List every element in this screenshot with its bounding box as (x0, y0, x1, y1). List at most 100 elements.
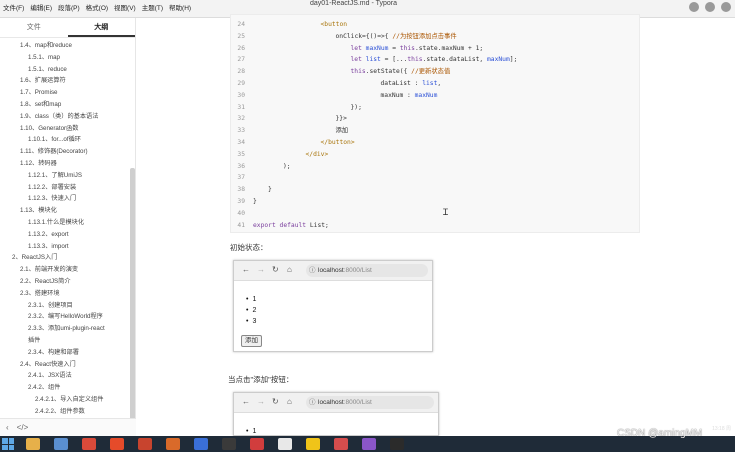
code-token: this (407, 56, 423, 64)
outline-item[interactable]: 1.13.3、import (0, 241, 135, 253)
code-text: } (253, 196, 257, 208)
taskbar-app-icon[interactable] (82, 438, 96, 450)
outline-item[interactable]: 2、ReactJS入门 (0, 252, 135, 264)
outline-item[interactable]: 2.4.2.2、组件参数 (0, 406, 135, 418)
outline-item[interactable]: 1.11、修饰器(Decorator) (0, 146, 135, 158)
initial-state-label: 初始状态： (230, 243, 268, 252)
reload-icon: ↻ (272, 397, 279, 406)
outline-item[interactable]: 1.6、扩展运算符 (0, 75, 135, 87)
outline-item[interactable]: 1.10.1、for...of循环 (0, 134, 135, 146)
browser-toolbar: ← → ↻ ⌂ ⓘ localhost:8000/List (234, 393, 438, 413)
collapse-sidebar-icon[interactable]: ‹ (6, 423, 9, 432)
outline-item[interactable]: 2.4.1、JSX语法 (0, 370, 135, 382)
line-number: 40 (237, 209, 245, 217)
menu-item[interactable]: 文件(F) (0, 0, 27, 18)
outline-item[interactable]: 2.3、搭建环境 (0, 288, 135, 300)
menu-item[interactable]: 帮助(H) (166, 0, 194, 18)
code-text: </div> (306, 149, 329, 161)
code-line: 25 onClick={()=>{ //为按钮添加点击事件 (231, 31, 639, 43)
outline-item[interactable]: 1.8、set和map (0, 99, 135, 111)
menu-item[interactable]: 编辑(E) (27, 0, 55, 18)
tab-outline[interactable]: 大纲 (67, 18, 135, 37)
menu-item[interactable]: 视图(V) (111, 0, 139, 18)
taskbar-app-icon[interactable] (306, 438, 320, 450)
outline-item[interactable]: 1.12.3、快速入门 (0, 193, 135, 205)
line-number: 28 (237, 68, 245, 76)
address-bar: ⓘ localhost:8000/List (306, 264, 428, 277)
code-text: 添加 (336, 125, 349, 137)
list-item: 3 (246, 316, 256, 327)
outline-item[interactable]: 1.5.1、map (0, 52, 135, 64)
taskbar-app-icon[interactable] (26, 438, 40, 450)
outline-item[interactable]: 2.3.4、构建和部署 (0, 347, 135, 359)
menu-item[interactable]: 段落(P) (55, 0, 83, 18)
outline-item[interactable]: 1.10、Generator函数 (0, 123, 135, 135)
line-number: 25 (237, 32, 245, 40)
start-icon[interactable] (2, 438, 14, 450)
number-list: 1 2 3 (246, 294, 256, 327)
line-number: 35 (237, 150, 245, 158)
outline-item[interactable]: 1.12.1、了解UmiJS (0, 170, 135, 182)
outline-item[interactable]: 插件 (0, 335, 135, 347)
outline-item[interactable]: 2.4、React快速入门 (0, 359, 135, 371)
menu-item[interactable]: 主题(T) (139, 0, 166, 18)
outline-item[interactable]: 2.4.2.1、导入自定义组件 (0, 394, 135, 406)
outline-item[interactable]: 1.9、class（类）的基本语法 (0, 111, 135, 123)
outline-item[interactable]: 1.12.2、部署安装 (0, 182, 135, 194)
code-text: }); (351, 102, 362, 114)
menu-item[interactable]: 格式(O) (83, 0, 111, 18)
code-token: .state.maxNum + 1; (414, 44, 484, 52)
taskbar-app-icon[interactable] (222, 438, 236, 450)
taskbar-app-icon[interactable] (362, 438, 376, 450)
tab-files[interactable]: 文件 (0, 18, 68, 37)
browser-toolbar: ← → ↻ ⌂ ⓘ localhost:8000/List (234, 261, 432, 281)
watermark: CSDN @amingMM (617, 428, 703, 439)
close-button[interactable] (721, 2, 731, 12)
browser-screenshot-initial: ← → ↻ ⌂ ⓘ localhost:8000/List 1 2 3 添加 (233, 260, 433, 352)
outline-item[interactable]: 1.4、map和reduce (0, 40, 135, 52)
sidebar-footer: ‹ </> (0, 418, 136, 436)
taskbar-app-icon[interactable] (250, 438, 264, 450)
taskbar-app-icon[interactable] (110, 438, 124, 450)
outline-item[interactable]: 2.4.2、组件 (0, 382, 135, 394)
maximize-button[interactable] (705, 2, 715, 12)
outline-item[interactable]: 2.3.2、编写HelloWorld程序 (0, 311, 135, 323)
outline-item[interactable]: 2.2、ReactJS简介 (0, 276, 135, 288)
taskbar-app-icon[interactable] (166, 438, 180, 450)
code-text: </button> (321, 137, 355, 149)
text-cursor-icon: Ɪ (443, 207, 449, 217)
code-token: } (268, 186, 272, 194)
outline-item[interactable]: 1.12、转码器 (0, 158, 135, 170)
outline-item[interactable]: 2.1、前端开发的演变 (0, 264, 135, 276)
code-line: 30 maxNum : maxNum (231, 90, 639, 102)
line-number: 33 (237, 127, 245, 135)
minimize-button[interactable] (689, 2, 699, 12)
code-line: 28 this.setState({ //更新状态值 (231, 66, 639, 78)
outline-item[interactable]: 2.3.3、添加umi-plugin-react (0, 323, 135, 335)
taskbar-app-icon[interactable] (334, 438, 348, 450)
taskbar-app-icon[interactable] (194, 438, 208, 450)
outline-item[interactable]: 1.13.1.什么是模块化 (0, 217, 135, 229)
line-number: 29 (237, 80, 245, 87)
taskbar-app-icon[interactable] (278, 438, 292, 450)
outline-item[interactable]: 1.5.1、reduce (0, 64, 135, 76)
taskbar-app-icon[interactable] (54, 438, 68, 450)
code-text: }}> (336, 113, 347, 125)
outline-item[interactable]: 1.13.2、export (0, 229, 135, 241)
code-token: </div> (305, 150, 329, 158)
list-item: 2 (246, 305, 256, 316)
reload-icon: ↻ (272, 265, 279, 274)
code-text: onClick={()=>{ //为按钮添加点击事件 (336, 31, 457, 43)
outline-item[interactable]: 2.3.1、创建项目 (0, 300, 135, 312)
code-block[interactable]: 24 <button 25 onClick={()=>{ //为按钮添加点击事件 26 l… (230, 14, 640, 233)
outline-item[interactable]: 1.7、Promise (0, 87, 135, 99)
code-line: 41 export default List; (231, 220, 639, 232)
sidebar-scrollbar[interactable] (130, 168, 135, 428)
taskbar-app-icon[interactable] (138, 438, 152, 450)
code-token: ]; (509, 56, 518, 64)
outline-item[interactable]: 1.13、模块化 (0, 205, 135, 217)
source-code-mode-icon[interactable]: </> (17, 423, 29, 432)
taskbar-app-icon[interactable] (390, 438, 404, 450)
code-token: List; (309, 221, 329, 229)
code-token: export default (253, 221, 310, 229)
